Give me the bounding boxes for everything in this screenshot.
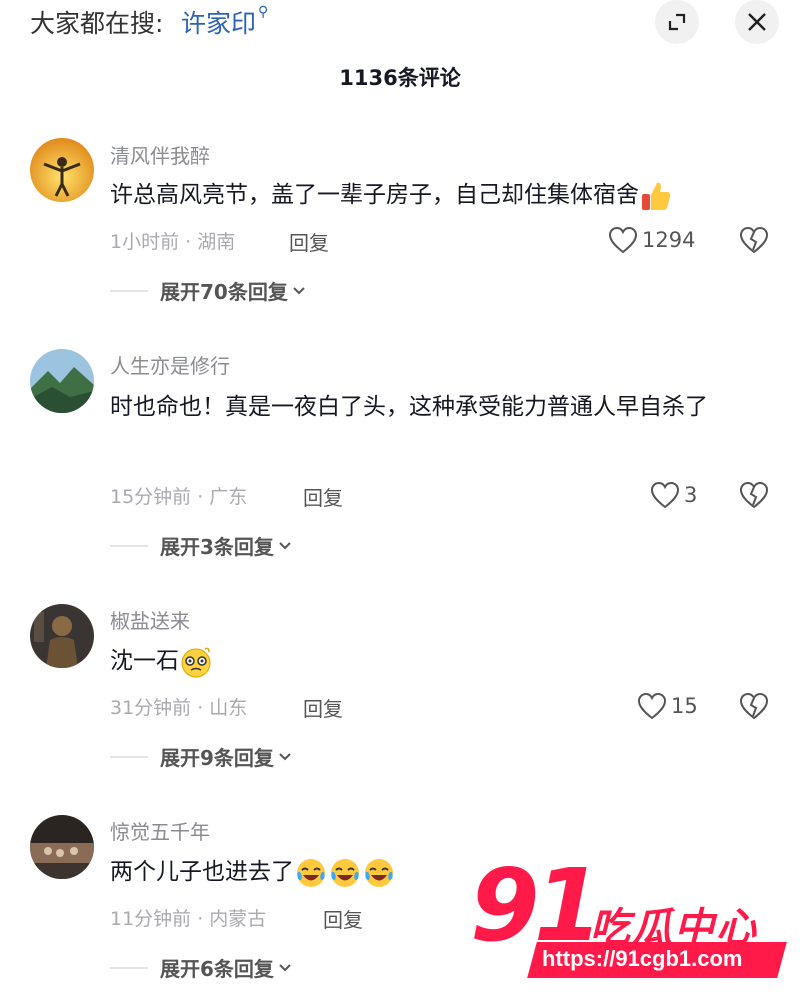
chevron-down-icon <box>279 541 291 549</box>
avatar[interactable] <box>30 604 94 668</box>
reply-button[interactable]: 回复 <box>303 693 343 722</box>
comment-text: 许总高风亮节，盖了一辈子房子，自己却住集体宿舍 <box>110 174 760 216</box>
expand-replies-label: 展开6条回复 <box>160 957 274 981</box>
reply-button[interactable]: 回复 <box>289 227 329 256</box>
expand-replies-label: 展开70条回复 <box>160 280 288 304</box>
divider <box>110 289 148 292</box>
like-button[interactable]: 1294 <box>608 226 695 254</box>
search-suggestion-link[interactable]: 许家印 ⚲ <box>181 4 268 40</box>
expand-replies-button[interactable]: 展开3条回复 <box>110 531 292 560</box>
comment-text-content: 沈一石 <box>110 648 179 674</box>
reply-button[interactable]: 回复 <box>303 482 343 511</box>
divider <box>110 544 148 547</box>
chevron-down-icon <box>279 963 291 971</box>
heart-icon <box>637 692 667 720</box>
search-icon: ⚲ <box>258 4 269 20</box>
like-count: 15 <box>671 694 698 718</box>
comment-text-content: 许总高风亮节，盖了一辈子房子，自己却住集体宿舍 <box>110 182 639 208</box>
expand-replies-label: 展开9条回复 <box>160 746 274 770</box>
heart-icon <box>650 481 680 509</box>
dislike-button[interactable] <box>738 224 770 256</box>
dislike-button[interactable] <box>738 690 770 722</box>
dizzy-face-icon <box>181 647 211 677</box>
reply-button[interactable]: 回复 <box>323 904 363 933</box>
comment-meta: 31分钟前 · 山东 <box>110 697 248 719</box>
divider <box>110 755 148 758</box>
comment-meta: 1小时前 · 湖南 <box>110 231 236 253</box>
like-count: 3 <box>684 483 698 507</box>
like-button[interactable]: 15 <box>637 692 698 720</box>
search-prefix: 大家都在搜: <box>30 9 164 38</box>
avatar[interactable] <box>30 138 94 202</box>
divider <box>110 966 148 969</box>
close-button[interactable] <box>735 0 779 44</box>
chevron-down-icon <box>293 286 305 294</box>
expand-replies-button[interactable]: 展开70条回复 <box>110 276 306 305</box>
broken-heart-icon <box>739 692 769 720</box>
expand-replies-label: 展开3条回复 <box>160 535 274 559</box>
like-button[interactable]: 3 <box>650 481 697 509</box>
expand-button[interactable] <box>655 0 699 44</box>
username[interactable]: 清风伴我醉 <box>110 140 210 169</box>
top-bar: 大家都在搜: 许家印 ⚲ <box>0 0 800 44</box>
username[interactable]: 惊觉五千年 <box>110 816 210 845</box>
site-watermark: 91 吃瓜中心 https://91cgb1.com <box>470 847 790 985</box>
close-icon <box>748 13 766 31</box>
comment-meta: 15分钟前 · 广东 <box>110 486 248 508</box>
thumbs-up-icon <box>642 182 671 210</box>
comment-text: 时也命也！真是一夜白了头，这种承受能力普通人早自杀了 <box>110 394 708 420</box>
expand-icon <box>668 13 686 31</box>
dislike-button[interactable] <box>738 479 770 511</box>
comment-text: 沈一石 <box>110 640 760 682</box>
comment-count-title: 1136条评论 <box>339 66 461 90</box>
username[interactable]: 椒盐送来 <box>110 605 190 634</box>
broken-heart-icon <box>739 481 769 509</box>
avatar[interactable] <box>30 815 94 879</box>
broken-heart-icon <box>739 226 769 254</box>
avatar[interactable] <box>30 349 94 413</box>
comment-meta: 11分钟前 · 内蒙古 <box>110 908 267 930</box>
crying-laughing-icon <box>294 852 396 894</box>
comment-text-content: 两个儿子也进去了 <box>110 859 294 885</box>
expand-replies-button[interactable]: 展开6条回复 <box>110 953 292 982</box>
like-count: 1294 <box>642 228 696 252</box>
watermark-url: https://91cgb1.com <box>542 946 743 971</box>
username[interactable]: 人生亦是修行 <box>110 350 230 379</box>
chevron-down-icon <box>279 752 291 760</box>
heart-icon <box>608 226 638 254</box>
expand-replies-button[interactable]: 展开9条回复 <box>110 742 292 771</box>
search-term-text: 许家印 <box>181 9 257 38</box>
